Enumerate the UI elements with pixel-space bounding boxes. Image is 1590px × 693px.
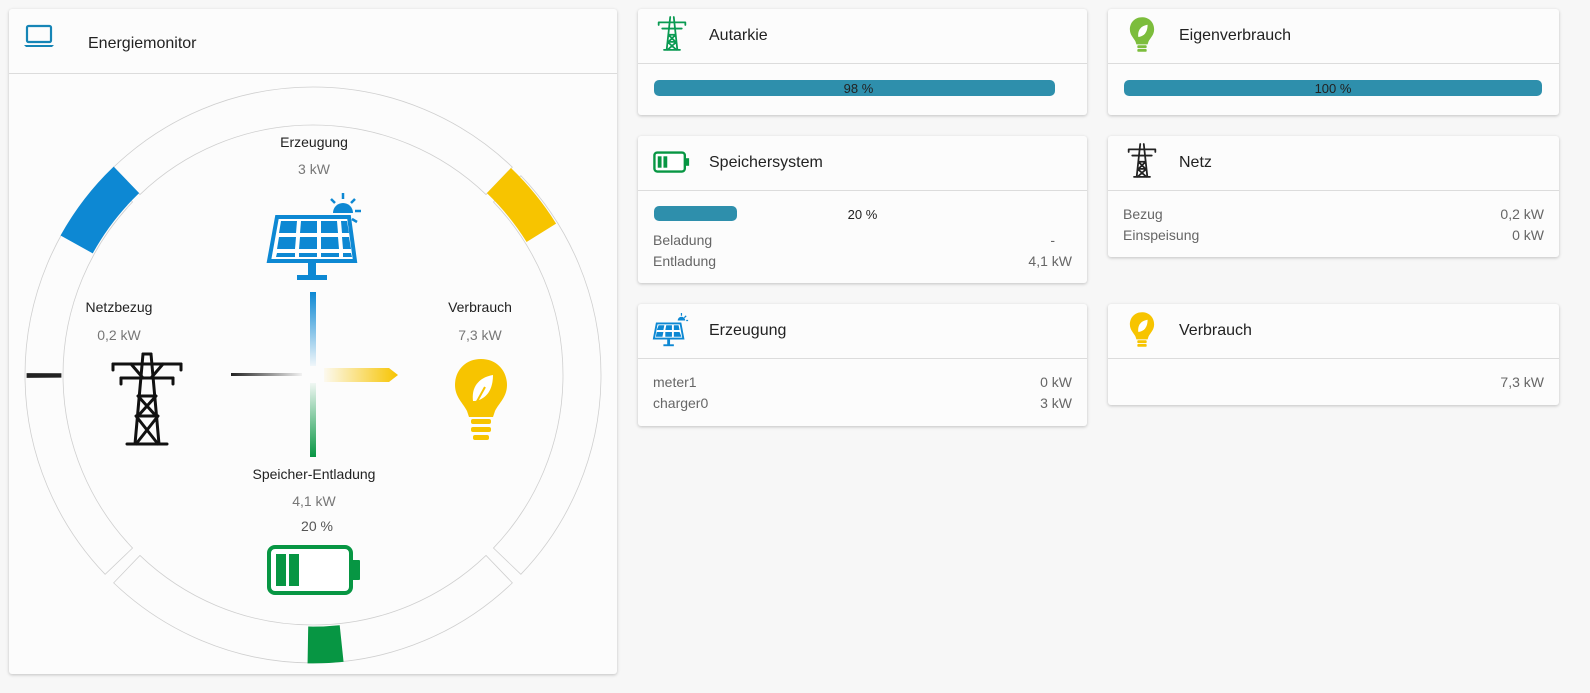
erzeugung-row-value: 3 kW	[1040, 395, 1072, 411]
bulb-icon	[1129, 17, 1155, 52]
storage-soc: 20 %	[301, 518, 333, 534]
autarkie-card: Autarkie 98 %	[638, 9, 1087, 115]
erzeugung-card: Erzeugung meter1 0 kW charger0 3 kW	[638, 304, 1087, 426]
ring-storage-fill	[307, 625, 344, 664]
netz-title: Netz	[1179, 154, 1212, 171]
production-flow	[310, 292, 316, 366]
erzeugung-row-value: 0 kW	[1040, 374, 1072, 390]
autarkie-title: Autarkie	[709, 27, 768, 44]
eigenverbrauch-header: Eigenverbrauch	[1108, 9, 1559, 64]
power-tower-icon	[111, 352, 183, 446]
verbrauch-value: 7,3 kW	[1500, 374, 1544, 390]
speicher-row-label: Entladung	[653, 253, 717, 269]
energy-monitor-card: Energiemonitor Erzeugung 3 kW Netzbezug …	[9, 9, 617, 674]
erzeugung-row-label: charger0	[653, 395, 709, 411]
netz-row-bezug: Bezug 0,2 kW	[1123, 206, 1544, 226]
verbrauch-title: Verbrauch	[1179, 322, 1252, 339]
laptop-icon	[24, 24, 54, 47]
solar-panel-icon	[652, 312, 689, 347]
eco-bulb-icon	[455, 359, 507, 440]
netz-row-label: Einspeisung	[1123, 227, 1200, 243]
erzeugung-row-charger0: charger0 3 kW	[653, 395, 1072, 415]
eigenverbrauch-card: Eigenverbrauch 100 %	[1108, 9, 1559, 115]
netz-row-label: Bezug	[1123, 206, 1163, 222]
netz-row-value: 0 kW	[1512, 227, 1544, 243]
autarkie-progress-bar: 98 %	[654, 80, 1063, 96]
speichersystem-card: Speichersystem 20 % Beladung - Entladung…	[638, 136, 1087, 283]
grid-label: Netzbezug	[85, 299, 153, 315]
verbrauch-header: Verbrauch	[1108, 304, 1559, 359]
speichersystem-header: Speichersystem	[638, 136, 1087, 191]
erzeugung-header: Erzeugung	[638, 304, 1087, 359]
battery-icon	[653, 151, 690, 173]
consumption-flow-arrow	[324, 368, 398, 382]
speicher-row-beladung: Beladung -	[653, 232, 1072, 252]
eigenverbrauch-progress-bar: 100 %	[1124, 80, 1542, 96]
netz-row-value: 0,2 kW	[1500, 206, 1544, 222]
production-value: 3 kW	[298, 161, 330, 177]
erzeugung-row-meter1: meter1 0 kW	[653, 374, 1072, 394]
speicher-soc-text: 20 %	[847, 207, 878, 222]
speicher-row-label: Beladung	[653, 232, 713, 248]
storage-label: Speicher-Entladung	[252, 466, 376, 482]
grid-value: 0,2 kW	[97, 327, 141, 343]
netz-header: Netz	[1108, 136, 1559, 191]
power-tower-icon	[657, 16, 687, 51]
erzeugung-title: Erzeugung	[709, 322, 787, 339]
speicher-row-value: -	[1050, 232, 1055, 248]
energy-monitor-title: Energiemonitor	[88, 35, 197, 52]
bulb-icon	[1129, 312, 1155, 347]
solar-panel-icon	[266, 193, 361, 280]
storage-flow	[310, 383, 316, 457]
speichersystem-title: Speichersystem	[709, 154, 823, 171]
netz-card: Netz Bezug 0,2 kW Einspeisung 0 kW	[1108, 136, 1559, 257]
erzeugung-row-label: meter1	[653, 374, 697, 390]
grid-flow	[231, 373, 302, 376]
ring-segment	[492, 175, 602, 575]
energy-monitor-header: Energiemonitor	[9, 9, 617, 74]
eigenverbrauch-title: Eigenverbrauch	[1179, 27, 1292, 44]
consumption-value: 7,3 kW	[458, 327, 502, 343]
verbrauch-card: Verbrauch 7,3 kW	[1108, 304, 1559, 405]
speicher-row-entladung: Entladung 4,1 kW	[653, 253, 1072, 273]
battery-icon	[267, 545, 360, 595]
netz-row-einspeisung: Einspeisung 0 kW	[1123, 227, 1544, 247]
autarkie-header: Autarkie	[638, 9, 1087, 64]
production-label: Erzeugung	[280, 134, 348, 150]
eigenverbrauch-percent: 100 %	[1314, 81, 1352, 96]
ring-production-fill	[60, 166, 140, 254]
storage-value: 4,1 kW	[292, 493, 336, 509]
autarkie-percent: 98 %	[843, 81, 874, 96]
ring-grid-fill	[26, 373, 62, 378]
power-tower-icon	[1127, 143, 1157, 178]
verbrauch-row-total: 7,3 kW	[1123, 374, 1544, 394]
speicher-row-value: 4,1 kW	[1028, 253, 1072, 269]
consumption-label: Verbrauch	[448, 299, 512, 315]
